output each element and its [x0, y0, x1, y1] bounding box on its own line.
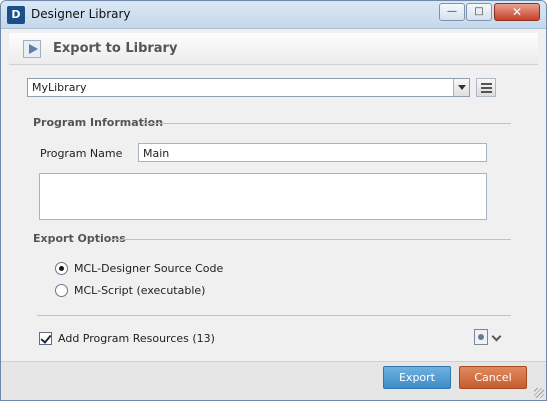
minimize-button[interactable]: —: [439, 3, 465, 21]
chevron-down-icon[interactable]: [491, 331, 502, 342]
script-executable-radio[interactable]: [55, 284, 68, 297]
cancel-button[interactable]: Cancel: [459, 366, 527, 389]
library-menu-button[interactable]: [476, 78, 496, 97]
maximize-button[interactable]: □: [466, 3, 492, 21]
title-bar[interactable]: D Designer Library — □ ✕: [1, 1, 546, 29]
dropdown-arrow-icon[interactable]: [453, 79, 469, 96]
source-code-radio[interactable]: [55, 262, 68, 275]
window-title: Designer Library: [31, 7, 131, 21]
program-name-field[interactable]: Main: [138, 143, 487, 162]
dialog-title: Export to Library: [53, 41, 178, 56]
section-divider: [143, 123, 511, 124]
resize-grip-icon[interactable]: [534, 388, 544, 398]
program-name-label: Program Name: [40, 147, 123, 160]
export-icon: [23, 40, 41, 58]
dialog-header: Export to Library: [9, 33, 538, 65]
close-button[interactable]: ✕: [494, 3, 540, 21]
menu-icon: [481, 83, 492, 85]
export-button[interactable]: Export: [383, 366, 451, 389]
section-divider: [37, 315, 511, 316]
app-logo-icon: D: [7, 6, 25, 24]
add-resources-checkbox[interactable]: [39, 332, 52, 345]
add-resources-label[interactable]: Add Program Resources (13): [58, 332, 215, 345]
library-select[interactable]: MyLibrary: [27, 78, 470, 97]
designer-library-window: D Designer Library — □ ✕ Export to Libra…: [0, 0, 547, 401]
section-divider: [111, 239, 511, 240]
source-code-label[interactable]: MCL-Designer Source Code: [74, 262, 223, 275]
program-description-field[interactable]: [39, 173, 487, 220]
script-executable-label[interactable]: MCL-Script (executable): [74, 284, 205, 297]
library-select-value: MyLibrary: [32, 81, 87, 94]
resources-icon[interactable]: [474, 329, 488, 345]
